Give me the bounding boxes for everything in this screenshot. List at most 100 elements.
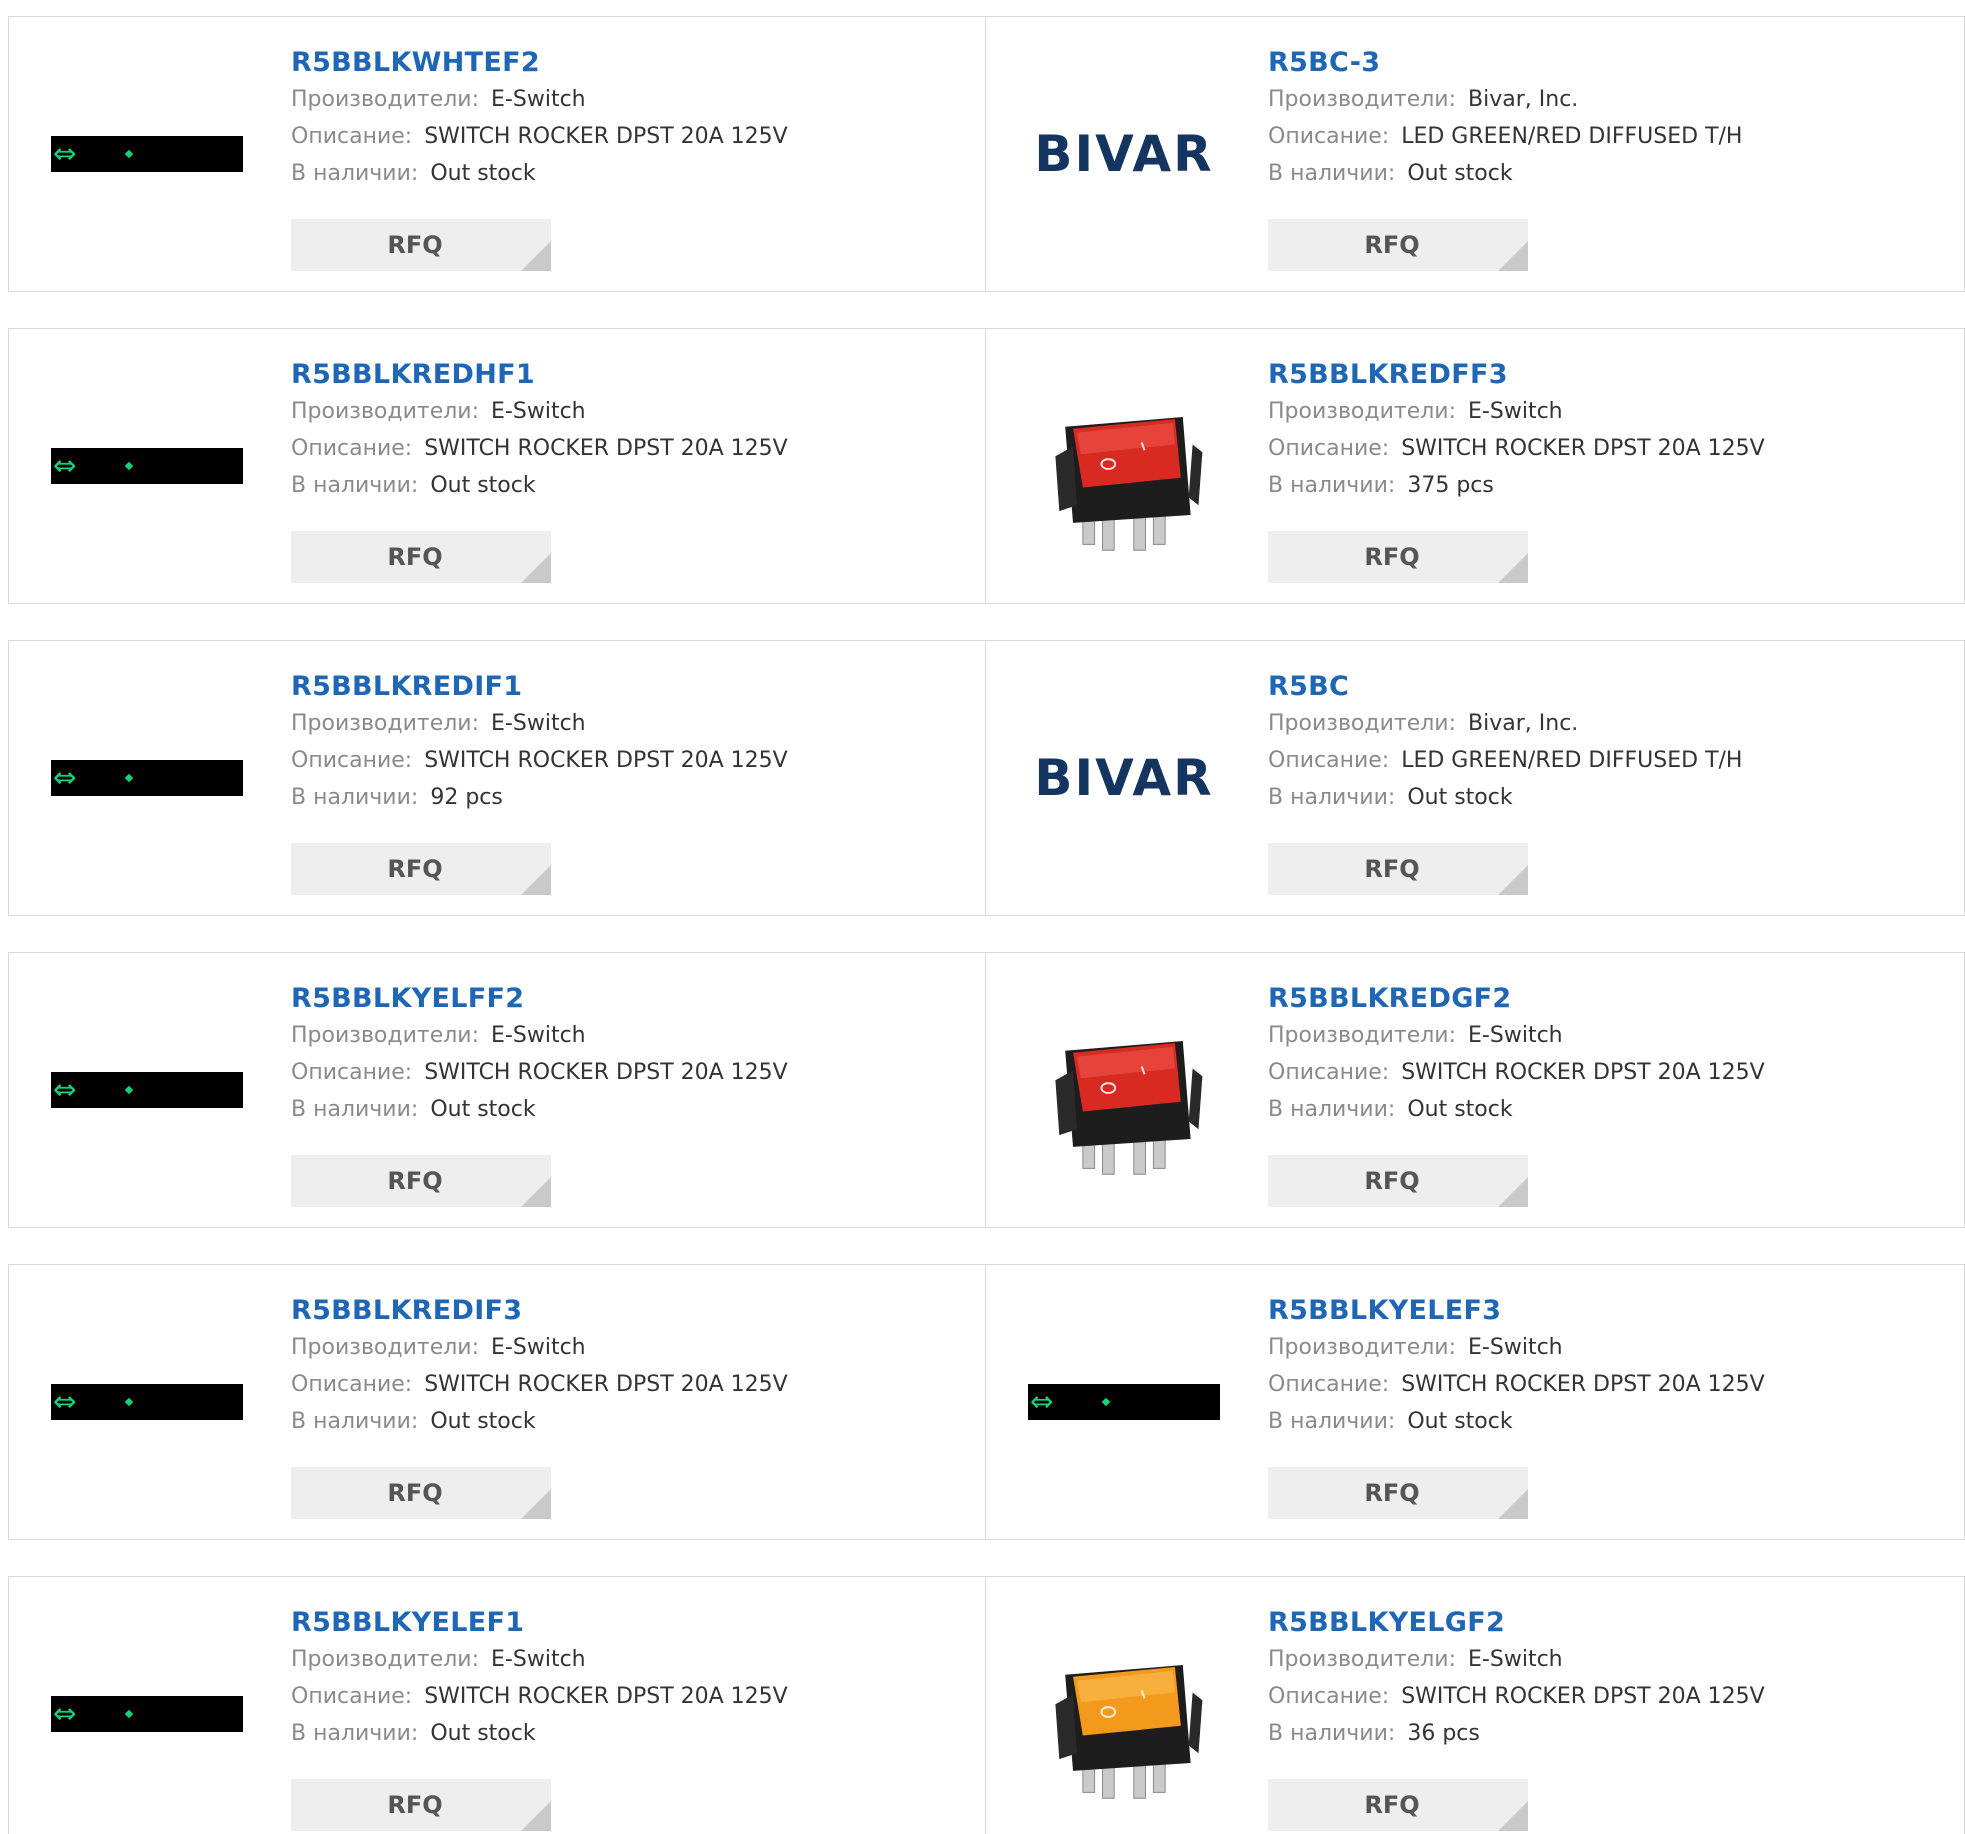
stock-value: Out stock [1407,785,1513,810]
manufacturer-label: Производители: [291,1335,480,1360]
description-label: Описание: [291,1060,413,1085]
product-info: R5BC-3 Производители: Bivar, Inc. Описани… [1268,45,1944,192]
product-image[interactable]: ⇔ [49,661,245,895]
description-value: LED GREEN/RED DIFFUSED T/H [1401,748,1743,773]
part-number-link[interactable]: R5BBLKYELFF2 [291,981,965,1017]
e-switch-placeholder-image: ⇔ [51,1696,243,1732]
rfq-label: RFQ [387,1167,443,1195]
stock-label: В наличии: [291,785,419,810]
manufacturer-label: Производители: [291,1023,480,1048]
description-label: Описание: [1268,1372,1390,1397]
stock-label: В наличии: [1268,1721,1396,1746]
description-row: Описание: SWITCH ROCKER DPST 20A 125V [291,118,965,155]
part-number-link[interactable]: R5BBLKWHTEF2 [291,45,965,81]
stock-row: В наличии: Out stock [291,1715,965,1752]
rfq-button[interactable]: RFQ [1268,1155,1528,1207]
rfq-button[interactable]: RFQ [291,219,551,271]
product-image[interactable] [1026,349,1222,583]
stock-value: 36 pcs [1407,1721,1480,1746]
description-value: LED GREEN/RED DIFFUSED T/H [1401,124,1743,149]
part-number-link[interactable]: R5BBLKYELGF2 [1268,1605,1944,1641]
description-label: Описание: [1268,1684,1390,1709]
product-image[interactable] [1026,973,1222,1207]
manufacturer-label: Производители: [1268,711,1457,736]
rfq-button[interactable]: RFQ [291,1467,551,1519]
stock-value: Out stock [430,161,536,186]
part-number-link[interactable]: R5BBLKYELEF1 [291,1605,965,1641]
rfq-button[interactable]: RFQ [291,531,551,583]
part-number-link[interactable]: R5BBLKREDFF3 [1268,357,1944,393]
part-number-link[interactable]: R5BBLKREDIF3 [291,1293,965,1329]
rfq-button[interactable]: RFQ [291,1779,551,1831]
rfq-label: RFQ [1364,1167,1420,1195]
product-card: ⇔ R5BBLKREDIF1 Производители: E-Switch Оп… [8,640,986,916]
orange-rocker-switch-photo [1055,1665,1203,1799]
product-image[interactable] [1026,1597,1222,1831]
stock-row: В наличии: 92 pcs [291,779,965,816]
product-card: ⇔ R5BBLKYELFF2 Производители: E-Switch Оп… [8,952,986,1228]
product-image[interactable]: ⇔ [49,1597,245,1831]
manufacturer-value: E-Switch [491,1023,586,1048]
green-dot-icon [124,1397,134,1407]
part-number-link[interactable]: R5BBLKREDIF1 [291,669,965,705]
rfq-corner-decoration [1498,553,1528,583]
manufacturer-value: E-Switch [491,1335,586,1360]
description-value: SWITCH ROCKER DPST 20A 125V [1401,1060,1765,1085]
stock-row: В наличии: Out stock [1268,1091,1944,1128]
bivar-logo: BIVAR [1034,125,1214,183]
rfq-corner-decoration [1498,241,1528,271]
manufacturer-value: E-Switch [1468,1647,1563,1672]
product-image[interactable]: ⇔ [49,349,245,583]
green-dot-icon [1101,1397,1111,1407]
product-image[interactable]: BIVAR [1026,661,1222,895]
manufacturer-label: Производители: [1268,1023,1457,1048]
product-image[interactable]: BIVAR [1026,37,1222,271]
rfq-button[interactable]: RFQ [1268,843,1528,895]
description-row: Описание: SWITCH ROCKER DPST 20A 125V [291,1366,965,1403]
product-row: ⇔ R5BBLKYELFF2 Производители: E-Switch Оп… [8,952,1965,1228]
stock-value: 375 pcs [1407,473,1494,498]
product-row: ⇔ R5BBLKWHTEF2 Производители: E-Switch Оп… [8,16,1965,292]
rfq-label: RFQ [387,1479,443,1507]
part-number-link[interactable]: R5BBLKYELEF3 [1268,1293,1944,1329]
description-value: SWITCH ROCKER DPST 20A 125V [1401,1372,1765,1397]
product-image[interactable]: ⇔ [49,973,245,1207]
product-card: ⇔ R5BBLKYELEF3 Производители: E-Switch Оп… [986,1264,1965,1540]
manufacturer-row: Производители: Bivar, Inc. [1268,81,1944,118]
rfq-corner-decoration [521,1489,551,1519]
rfq-button[interactable]: RFQ [291,843,551,895]
rfq-button[interactable]: RFQ [1268,1779,1528,1831]
red-rocker-switch-photo [1055,417,1203,551]
product-card: R5BBLKREDGF2 Производители: E-Switch Опис… [986,952,1965,1228]
green-dot-icon [124,773,134,783]
stock-label: В наличии: [291,1721,419,1746]
description-label: Описание: [1268,436,1390,461]
part-number-link[interactable]: R5BC [1268,669,1944,705]
stock-row: В наличии: Out stock [1268,155,1944,192]
description-row: Описание: SWITCH ROCKER DPST 20A 125V [1268,1366,1944,1403]
manufacturer-row: Производители: E-Switch [291,1017,965,1054]
rfq-button[interactable]: RFQ [1268,1467,1528,1519]
rfq-corner-decoration [1498,1801,1528,1831]
rfq-label: RFQ [1364,1791,1420,1819]
product-card: ⇔ R5BBLKWHTEF2 Производители: E-Switch Оп… [8,16,986,292]
rfq-button[interactable]: RFQ [1268,531,1528,583]
rfq-button[interactable]: RFQ [1268,219,1528,271]
product-image[interactable]: ⇔ [49,1285,245,1519]
manufacturer-value: E-Switch [491,399,586,424]
description-label: Описание: [1268,748,1390,773]
part-number-link[interactable]: R5BC-3 [1268,45,1944,81]
rfq-button[interactable]: RFQ [291,1155,551,1207]
rfq-label: RFQ [1364,855,1420,883]
part-number-link[interactable]: R5BBLKREDHF1 [291,357,965,393]
product-image[interactable]: ⇔ [1026,1285,1222,1519]
manufacturer-value: E-Switch [491,87,586,112]
rfq-label: RFQ [387,231,443,259]
rfq-label: RFQ [387,1791,443,1819]
stock-value: Out stock [1407,1409,1513,1434]
part-number-link[interactable]: R5BBLKREDGF2 [1268,981,1944,1017]
product-card: ⇔ R5BBLKYELEF1 Производители: E-Switch Оп… [8,1576,986,1834]
description-value: SWITCH ROCKER DPST 20A 125V [1401,1684,1765,1709]
product-image[interactable]: ⇔ [49,37,245,271]
description-value: SWITCH ROCKER DPST 20A 125V [1401,436,1765,461]
